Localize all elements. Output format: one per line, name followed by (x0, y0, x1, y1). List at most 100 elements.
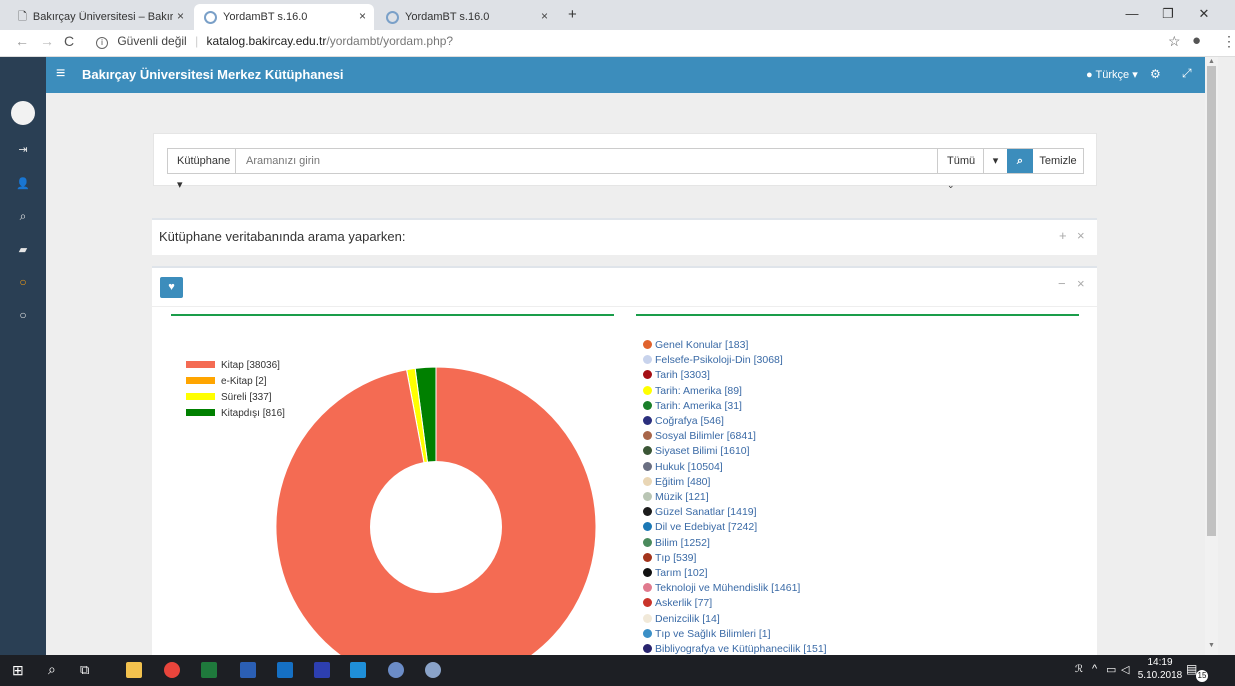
avatar[interactable] (11, 101, 35, 125)
tray-arrow-icon[interactable]: ^ (1092, 663, 1097, 675)
scrollbar-thumb[interactable] (1207, 66, 1216, 536)
back-arrow-icon[interactable]: ← (15, 33, 29, 49)
word-icon[interactable] (240, 662, 256, 678)
legend-swatch (186, 377, 215, 384)
page-icon: 🗋 (18, 10, 27, 23)
network-icon[interactable]: ▭ (1106, 663, 1116, 676)
browser-tab[interactable]: 🗋 Bakırçay Üniversitesi – Bakırçay Ü × (8, 4, 192, 30)
scroll-down-icon[interactable]: ▼ (1208, 642, 1215, 649)
category-link[interactable]: Müzik [121] (643, 492, 709, 503)
account-icon[interactable]: ● (1192, 32, 1201, 49)
tab-title: YordamBT s.16.0 (223, 11, 308, 23)
browser-tab[interactable]: YordamBT s.16.0 × (376, 4, 556, 30)
task-view-icon[interactable]: ⧉ (80, 662, 89, 678)
legend-item[interactable]: Kitapdışı [816] (186, 408, 285, 419)
category-link[interactable]: Siyaset Bilimi [1610] (643, 446, 750, 457)
star-icon[interactable]: ☆ (1168, 33, 1181, 50)
search-input[interactable] (237, 149, 937, 173)
category-label: Tarih: Amerika [89] (655, 384, 742, 397)
legend-swatch (186, 361, 215, 368)
category-link[interactable]: Genel Konular [183] (643, 340, 748, 351)
category-dot (643, 492, 652, 501)
volume-icon[interactable]: ◁ (1121, 663, 1129, 676)
legend-item[interactable]: Kitap [38036] (186, 360, 280, 371)
circle-icon[interactable]: ○ (0, 308, 46, 322)
legend-item[interactable]: Süreli [337] (186, 392, 272, 403)
search-icon[interactable]: ⌕ (48, 661, 56, 678)
outlook-icon[interactable] (277, 662, 293, 678)
settings-cogs-icon[interactable]: ⚙ (1150, 67, 1161, 81)
search-icon: ⌕ (1016, 155, 1024, 167)
caret-down-icon: ▾ (177, 179, 183, 191)
category-link[interactable]: Dil ve Edebiyat [7242] (643, 522, 757, 533)
type-caret-button[interactable]: ▾ (983, 149, 1007, 173)
category-link[interactable]: Sosyal Bilimler [6841] (643, 431, 756, 442)
clock-date[interactable]: 5.10.2018 (1133, 670, 1187, 681)
category-dot (643, 431, 652, 441)
search-button[interactable]: ⌕ (1007, 149, 1033, 173)
language-dropdown[interactable]: ● Türkçe ▾ (1086, 68, 1138, 81)
menu-dots-icon[interactable]: ⋮ (1222, 33, 1235, 50)
url-path: /yordambt/yordam.php? (326, 34, 454, 48)
category-link[interactable]: Bilim [1252] (643, 537, 710, 549)
scope-dropdown[interactable]: Kütüphane ▾ (168, 149, 236, 191)
clock-time[interactable]: 14:19 (1140, 657, 1180, 668)
excel-icon[interactable] (201, 662, 217, 678)
collapse-icon[interactable]: − (1058, 276, 1066, 291)
close-tab-icon[interactable]: × (177, 9, 184, 23)
chrome-icon[interactable] (164, 662, 180, 678)
category-link[interactable]: Eğitim [480] (643, 476, 710, 488)
close-window-button[interactable]: ✕ (1184, 0, 1224, 30)
windows-start-icon[interactable]: ⊞ (12, 662, 24, 679)
maximize-button[interactable]: ❐ (1148, 0, 1188, 30)
chart-header-line (171, 314, 614, 316)
clear-button[interactable]: Temizle (1033, 149, 1083, 173)
category-link[interactable]: Güzel Sanatlar [1419] (643, 507, 757, 518)
new-tab-button[interactable]: + (568, 6, 577, 23)
forward-arrow-icon[interactable]: → (40, 33, 54, 49)
category-link[interactable]: Teknoloji ve Mühendislik [1461] (643, 583, 800, 594)
teamviewer-icon[interactable] (350, 662, 366, 678)
category-label: Teknoloji ve Mühendislik [1461] (655, 582, 801, 595)
people-icon[interactable]: ℛ (1075, 664, 1083, 675)
file-explorer-icon[interactable] (126, 662, 142, 678)
close-tab-icon[interactable]: × (541, 9, 548, 23)
login-icon[interactable]: ⇥ (0, 143, 46, 156)
scroll-up-icon[interactable]: ▲ (1208, 58, 1215, 65)
browser-tab-active[interactable]: YordamBT s.16.0 × (194, 4, 374, 30)
category-link[interactable]: Tarih: Amerika [31] (643, 400, 742, 412)
category-link[interactable]: Askerlik [77] (643, 598, 712, 609)
category-dot (643, 598, 652, 608)
close-icon[interactable]: × (1077, 228, 1085, 243)
paint-icon[interactable] (388, 662, 404, 678)
close-icon[interactable]: × (1077, 276, 1085, 291)
category-link[interactable]: Tarım [102] (643, 568, 708, 579)
url-field[interactable]: i Güvenli değil | katalog.bakircay.edu.t… (96, 34, 453, 49)
category-link[interactable]: Tıp ve Sağlık Bilimleri [1] (643, 628, 771, 640)
close-tab-icon[interactable]: × (359, 9, 366, 23)
add-user-icon[interactable]: 👤 (0, 177, 46, 190)
fullscreen-icon[interactable]: ⤢ (1182, 66, 1192, 81)
app-icon[interactable] (314, 662, 330, 678)
heart-button[interactable]: ♥ (160, 277, 183, 298)
type-dropdown[interactable]: Tümü ⌄ (937, 149, 983, 190)
legend-item[interactable]: e-Kitap [2] (186, 376, 267, 387)
hamburger-menu-icon[interactable]: ≡ (56, 65, 65, 83)
reload-icon[interactable]: C (64, 33, 74, 49)
category-link[interactable]: Felsefe-Psikoloji-Din [3068] (643, 355, 783, 366)
type-label: Tümü (947, 155, 976, 167)
book-icon[interactable]: ▰ (0, 243, 46, 256)
category-header-line (636, 314, 1079, 316)
minimize-button[interactable]: — (1112, 0, 1152, 30)
category-link[interactable]: Bibliyografya ve Kütüphanecilik [151] (643, 644, 827, 655)
category-link[interactable]: Tarih [3303] (643, 370, 710, 381)
category-link[interactable]: Tarih: Amerika [89] (643, 384, 742, 397)
category-link[interactable]: Coğrafya [546] (643, 416, 724, 427)
category-link[interactable]: Tıp [539] (643, 552, 696, 564)
category-link[interactable]: Denizcilik [14] (643, 613, 720, 625)
search-icon[interactable]: ⌕ (0, 209, 46, 224)
expand-icon[interactable]: + (1059, 228, 1067, 243)
paint-3d-icon[interactable] (425, 662, 441, 678)
circle-icon-active[interactable]: ○ (0, 275, 46, 289)
category-link[interactable]: Hukuk [10504] (643, 461, 723, 473)
